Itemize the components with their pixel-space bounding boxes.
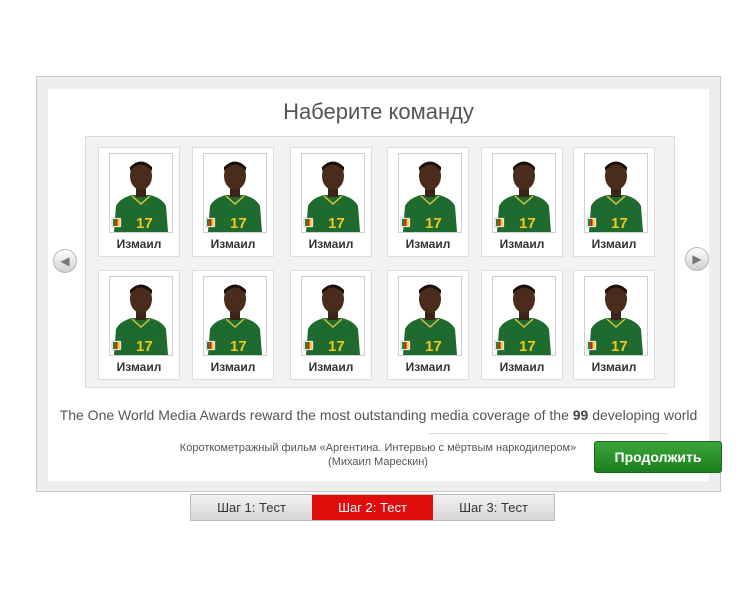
jersey-number: 17	[425, 338, 442, 355]
player-name: Измаил	[591, 360, 637, 374]
jersey-number: 17	[611, 338, 628, 355]
player-photo: 17	[584, 276, 648, 356]
player-photo: 17	[109, 153, 173, 233]
player-name: Измаил	[308, 237, 354, 251]
description-highlight: 99	[572, 407, 589, 423]
description-before: The One World Media Awards reward the mo…	[59, 407, 573, 423]
player-name: Измаил	[591, 237, 637, 251]
jersey-number: 17	[519, 338, 536, 355]
chevron-right-icon: ▶	[692, 252, 702, 266]
description-after: developing world	[588, 407, 698, 423]
player-photo: 17	[301, 276, 365, 356]
player-card[interactable]: 17 Измаил	[290, 270, 372, 380]
player-card[interactable]: 17 Измаил	[192, 270, 274, 380]
jersey-number: 17	[328, 215, 345, 232]
player-photo: 17	[584, 153, 648, 233]
player-card[interactable]: 17 Измаил	[98, 270, 180, 380]
page-title: Наберите команду	[283, 99, 474, 124]
jersey-number: 17	[328, 338, 345, 355]
player-name: Измаил	[405, 237, 451, 251]
jersey-number: 17	[425, 215, 442, 232]
team-builder-panel: Наберите команду 17 Измаил 17 Измаил 17 Измаи…	[36, 76, 722, 492]
player-card[interactable]: 17 Измаил	[387, 270, 469, 380]
player-photo: 17	[203, 153, 267, 233]
description-text: The One World Media Awards reward the mo…	[48, 407, 709, 423]
panel-content: Наберите команду 17 Измаил 17 Измаил 17 Измаи…	[48, 89, 722, 481]
film-title: Короткометражный фильм «Аргентина. Интер…	[179, 442, 577, 454]
jersey-number: 17	[136, 215, 153, 232]
player-name: Измаил	[405, 360, 451, 374]
continue-button[interactable]: Продолжить	[594, 441, 722, 473]
player-card[interactable]: 17 Измаил	[481, 147, 563, 257]
player-photo: 17	[398, 276, 462, 356]
player-name: Измаил	[499, 237, 545, 251]
player-name: Измаил	[210, 237, 256, 251]
player-grid: 17 Измаил 17 Измаил 17 Измаил 17 Измаил 17 Измаил…	[85, 136, 675, 388]
divider	[428, 433, 668, 434]
jersey-number: 17	[230, 215, 247, 232]
player-photo: 17	[492, 276, 556, 356]
player-card[interactable]: 17 Измаил	[387, 147, 469, 257]
step-tab-3[interactable]: Шаг 3: Тест	[433, 495, 554, 520]
jersey-number: 17	[136, 338, 153, 355]
jersey-number: 17	[611, 215, 628, 232]
step-tabs: Шаг 1: Тест Шаг 2: Тест Шаг 3: Тест	[190, 494, 555, 521]
player-photo: 17	[492, 153, 556, 233]
chevron-left-icon: ◀	[60, 254, 70, 268]
player-card[interactable]: 17 Измаил	[573, 147, 655, 257]
player-photo: 17	[109, 276, 173, 356]
player-card[interactable]: 17 Измаил	[192, 147, 274, 257]
player-card[interactable]: 17 Измаил	[481, 270, 563, 380]
player-card[interactable]: 17 Измаил	[573, 270, 655, 380]
step-tab-1[interactable]: Шаг 1: Тест	[191, 495, 312, 520]
player-name: Измаил	[499, 360, 545, 374]
jersey-number: 17	[519, 215, 536, 232]
step-tab-2[interactable]: Шаг 2: Тест	[312, 495, 433, 520]
film-caption: Короткометражный фильм «Аргентина. Интер…	[168, 441, 588, 469]
player-card[interactable]: 17 Измаил	[290, 147, 372, 257]
film-author: (Михаил Марескин)	[328, 456, 428, 468]
jersey-number: 17	[230, 338, 247, 355]
prev-arrow-button[interactable]: ◀	[53, 249, 77, 273]
player-photo: 17	[398, 153, 462, 233]
player-photo: 17	[203, 276, 267, 356]
player-photo: 17	[301, 153, 365, 233]
player-name: Измаил	[116, 237, 162, 251]
player-name: Измаил	[116, 360, 162, 374]
player-name: Измаил	[210, 360, 256, 374]
player-card[interactable]: 17 Измаил	[98, 147, 180, 257]
player-name: Измаил	[308, 360, 354, 374]
next-arrow-button[interactable]: ▶	[685, 247, 709, 271]
